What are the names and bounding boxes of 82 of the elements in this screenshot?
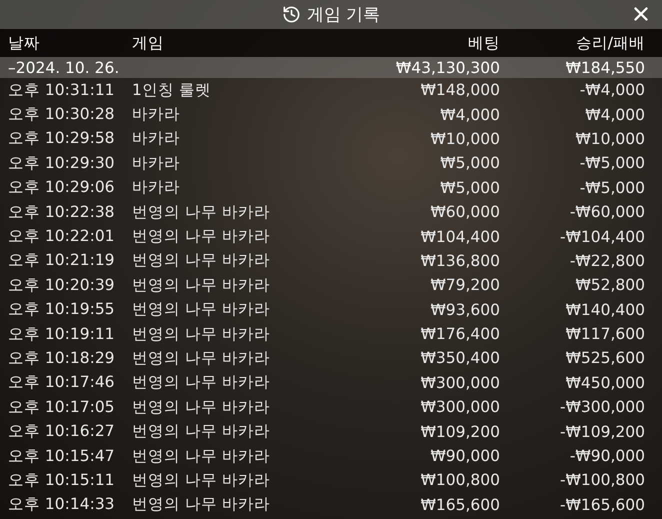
game-cell-text: 번영의 나무 바카라: [132, 299, 271, 320]
game-cell-text: 바카라: [132, 104, 181, 126]
result-cell-text: ₩525,600: [564, 349, 645, 368]
game-cell-text: 번영의 나무 바카라: [132, 250, 271, 272]
result-cell-text: -₩104,400: [558, 228, 645, 246]
result-cell-text: -₩100,800: [558, 471, 645, 490]
bet-cell-text: ₩176,400: [420, 325, 500, 344]
game-cell-text: 번영의 나무 바카라: [132, 226, 271, 248]
time-cell-text: 오후 10:29:58: [8, 128, 116, 150]
time-cell-text: 오후 10:19:11: [8, 324, 116, 345]
result-cell-text: ₩140,400: [564, 300, 645, 319]
result-cell-text: -₩22,800: [568, 252, 645, 270]
time-cell-text: 오후 10:20:39: [8, 274, 116, 296]
result-cell-text: -₩165,600: [558, 496, 645, 514]
result-cell-text: -₩5,000: [578, 154, 645, 172]
result-cell-text: ₩52,800: [574, 276, 645, 294]
column-header: 날짜: [8, 32, 41, 54]
result-cell-text: ₩4,000: [584, 106, 645, 124]
time-cell-text: 오후 10:17:46: [8, 372, 116, 394]
game-cell-text: 바카라: [132, 177, 181, 198]
game-cell-text: 바카라: [132, 128, 181, 150]
result-cell-text: -₩4,000: [578, 81, 645, 100]
game-cell-text: 번영의 나무 바카라: [132, 372, 271, 394]
total-result-cell-text: ₩184,550: [564, 58, 645, 76]
game-cell-text: 번영의 나무 바카라: [132, 470, 271, 491]
time-cell-text: 오후 10:15:11: [8, 470, 116, 491]
result-cell-text: -₩5,000: [578, 178, 645, 197]
game-cell-text: 번영의 나무 바카라: [132, 324, 271, 345]
bet-cell-text: ₩165,600: [420, 496, 500, 514]
history-icon: [282, 5, 301, 24]
total-bet-cell-text: ₩43,130,300: [394, 58, 500, 76]
bet-cell-text: ₩4,000: [439, 106, 500, 124]
time-cell-text: 오후 10:17:05: [8, 396, 116, 418]
bet-cell-text: ₩5,000: [439, 154, 500, 172]
date-cell-text: –2024. 10. 26.: [8, 58, 120, 76]
time-cell-text: 오후 10:19:55: [8, 299, 116, 320]
game-cell-text: 번영의 나무 바카라: [132, 274, 271, 296]
time-cell-text: 오후 10:16:27: [8, 421, 116, 442]
time-cell-text: 오후 10:15:47: [8, 446, 116, 467]
game-cell-text: 1인칭 룰렛: [132, 80, 212, 101]
game-cell-text: 바카라: [132, 152, 181, 174]
bet-cell-text: ₩79,200: [429, 276, 500, 294]
result-cell-text: -₩300,000: [558, 398, 645, 416]
window-title: 게임 기록: [282, 3, 380, 26]
bet-cell-text: ₩100,800: [420, 471, 500, 490]
bet-cell-text: ₩300,000: [420, 374, 500, 392]
result-cell-text: ₩450,000: [564, 374, 645, 392]
time-cell-text: 오후 10:18:29: [8, 348, 116, 369]
result-cell-text: ₩117,600: [564, 325, 645, 344]
game-cell-text: 번영의 나무 바카라: [132, 421, 271, 442]
column-header: 게임: [132, 32, 165, 54]
time-cell-text: 오후 10:31:11: [8, 80, 116, 101]
bet-cell-text: ₩104,400: [420, 228, 500, 246]
bet-cell-text: ₩5,000: [439, 178, 500, 197]
bet-cell-text: ₩136,800: [420, 252, 500, 270]
column-header: 베팅: [467, 32, 500, 54]
result-cell-text: -₩60,000: [568, 203, 645, 222]
bet-cell-text: ₩148,000: [420, 81, 500, 100]
result-cell-text: -₩90,000: [568, 447, 645, 466]
bet-cell-text: ₩90,000: [429, 447, 500, 466]
game-cell-text: 번영의 나무 바카라: [132, 396, 271, 418]
column-header: 승리/패배: [574, 32, 645, 54]
time-cell-text: 오후 10:22:01: [8, 226, 116, 248]
bet-cell-text: ₩300,000: [420, 398, 500, 416]
time-cell-text: 오후 10:21:19: [8, 250, 116, 272]
game-cell-text: 번영의 나무 바카라: [132, 494, 271, 516]
time-cell-text: 오후 10:30:28: [8, 104, 116, 126]
game-cell-text: 번영의 나무 바카라: [132, 202, 271, 223]
game-cell-text: 번영의 나무 바카라: [132, 348, 271, 369]
time-cell-text: 오후 10:29:06: [8, 177, 116, 198]
time-cell-text: 오후 10:29:30: [8, 152, 116, 174]
time-cell-text: 오후 10:14:33: [8, 494, 116, 516]
bet-cell-text: ₩60,000: [429, 203, 500, 222]
result-cell-text: -₩109,200: [558, 422, 645, 441]
date-group-row[interactable]: –2024. 10. 26. ₩43,130,300 ₩184,550: [0, 57, 662, 78]
bet-cell-text: ₩109,200: [420, 422, 500, 441]
bet-cell-text: ₩93,600: [429, 300, 500, 319]
game-cell-text: 번영의 나무 바카라: [132, 446, 271, 467]
bet-cell-text: ₩350,400: [420, 349, 500, 368]
time-cell-text: 오후 10:22:38: [8, 202, 116, 223]
bet-cell-text: ₩10,000: [429, 130, 500, 148]
result-cell-text: ₩10,000: [574, 130, 645, 148]
